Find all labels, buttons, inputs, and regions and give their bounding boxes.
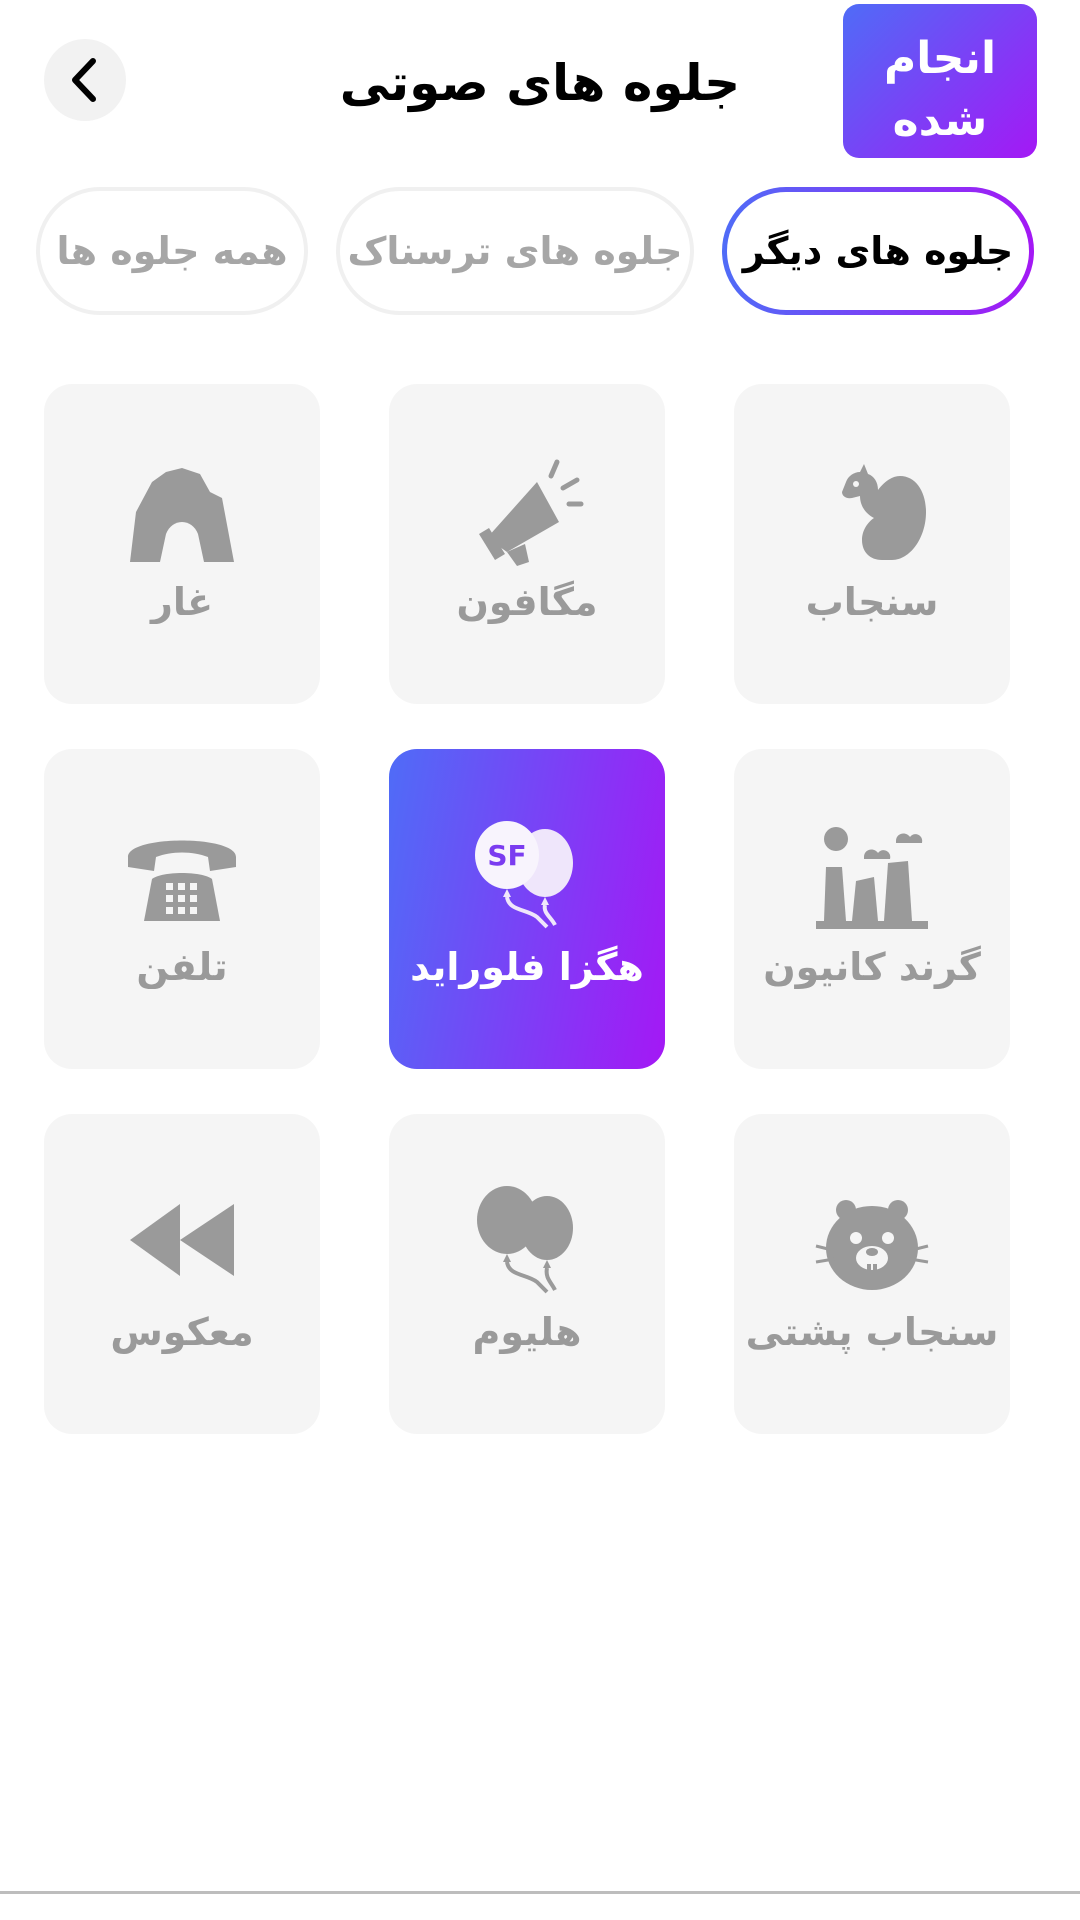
effect-card-telephone[interactable]: تلفن — [44, 749, 320, 1069]
back-button[interactable] — [44, 39, 126, 121]
rewind-icon — [130, 1204, 234, 1276]
effect-card-squirrel[interactable]: سنجاب — [734, 384, 1010, 704]
effect-card-grand-canyon[interactable]: گرند کانیون — [734, 749, 1010, 1069]
effect-card-reverse[interactable]: معکوس — [44, 1114, 320, 1434]
effect-label: تلفن — [136, 945, 228, 989]
effect-label: معکوس — [110, 1310, 254, 1354]
effect-card-cave[interactable]: غار — [44, 384, 320, 704]
chevron-left-icon — [72, 58, 96, 102]
tab-horror-effects[interactable]: جلوه های ترسناک — [336, 187, 694, 315]
tab-all-effects[interactable]: همه جلوه ها — [36, 187, 308, 315]
effect-label: غار — [150, 580, 214, 624]
effect-label: هگزا فلوراید — [410, 945, 644, 989]
sound-effects-screen: جلوه های صوتی انجام شده جلوه های دیگر جل… — [0, 0, 1080, 1920]
done-button-label: انجام شده — [883, 33, 997, 146]
balloons-icon — [477, 1186, 573, 1294]
effect-card-megaphone[interactable]: مگافون — [389, 384, 665, 704]
effect-card-hexafluoride[interactable]: SF هگزا فلوراید — [389, 749, 665, 1069]
page-title: جلوه های صوتی — [339, 54, 741, 112]
cave-icon — [130, 468, 234, 562]
effect-label: هلیوم — [472, 1310, 582, 1354]
grand-canyon-icon — [816, 827, 928, 929]
squirrel-icon — [842, 464, 926, 560]
effect-label: مگافون — [456, 580, 598, 624]
sf-balloons-icon: SF — [475, 821, 573, 929]
tab-other-effects[interactable]: جلوه های دیگر — [722, 187, 1034, 315]
effect-label: گرند کانیون — [763, 945, 981, 989]
bottom-divider — [0, 1891, 1080, 1894]
effect-card-helium[interactable]: هلیوم — [389, 1114, 665, 1434]
effect-label: سنجاب — [805, 580, 939, 624]
telephone-icon — [128, 840, 236, 921]
effect-label: سنجاب پشتی — [745, 1310, 999, 1354]
done-button[interactable]: انجام شده — [843, 4, 1037, 158]
effect-card-groundhog[interactable]: سنجاب پشتی — [734, 1114, 1010, 1434]
groundhog-icon — [815, 1200, 929, 1290]
megaphone-icon — [479, 459, 584, 566]
svg-text:SF: SF — [487, 839, 526, 872]
